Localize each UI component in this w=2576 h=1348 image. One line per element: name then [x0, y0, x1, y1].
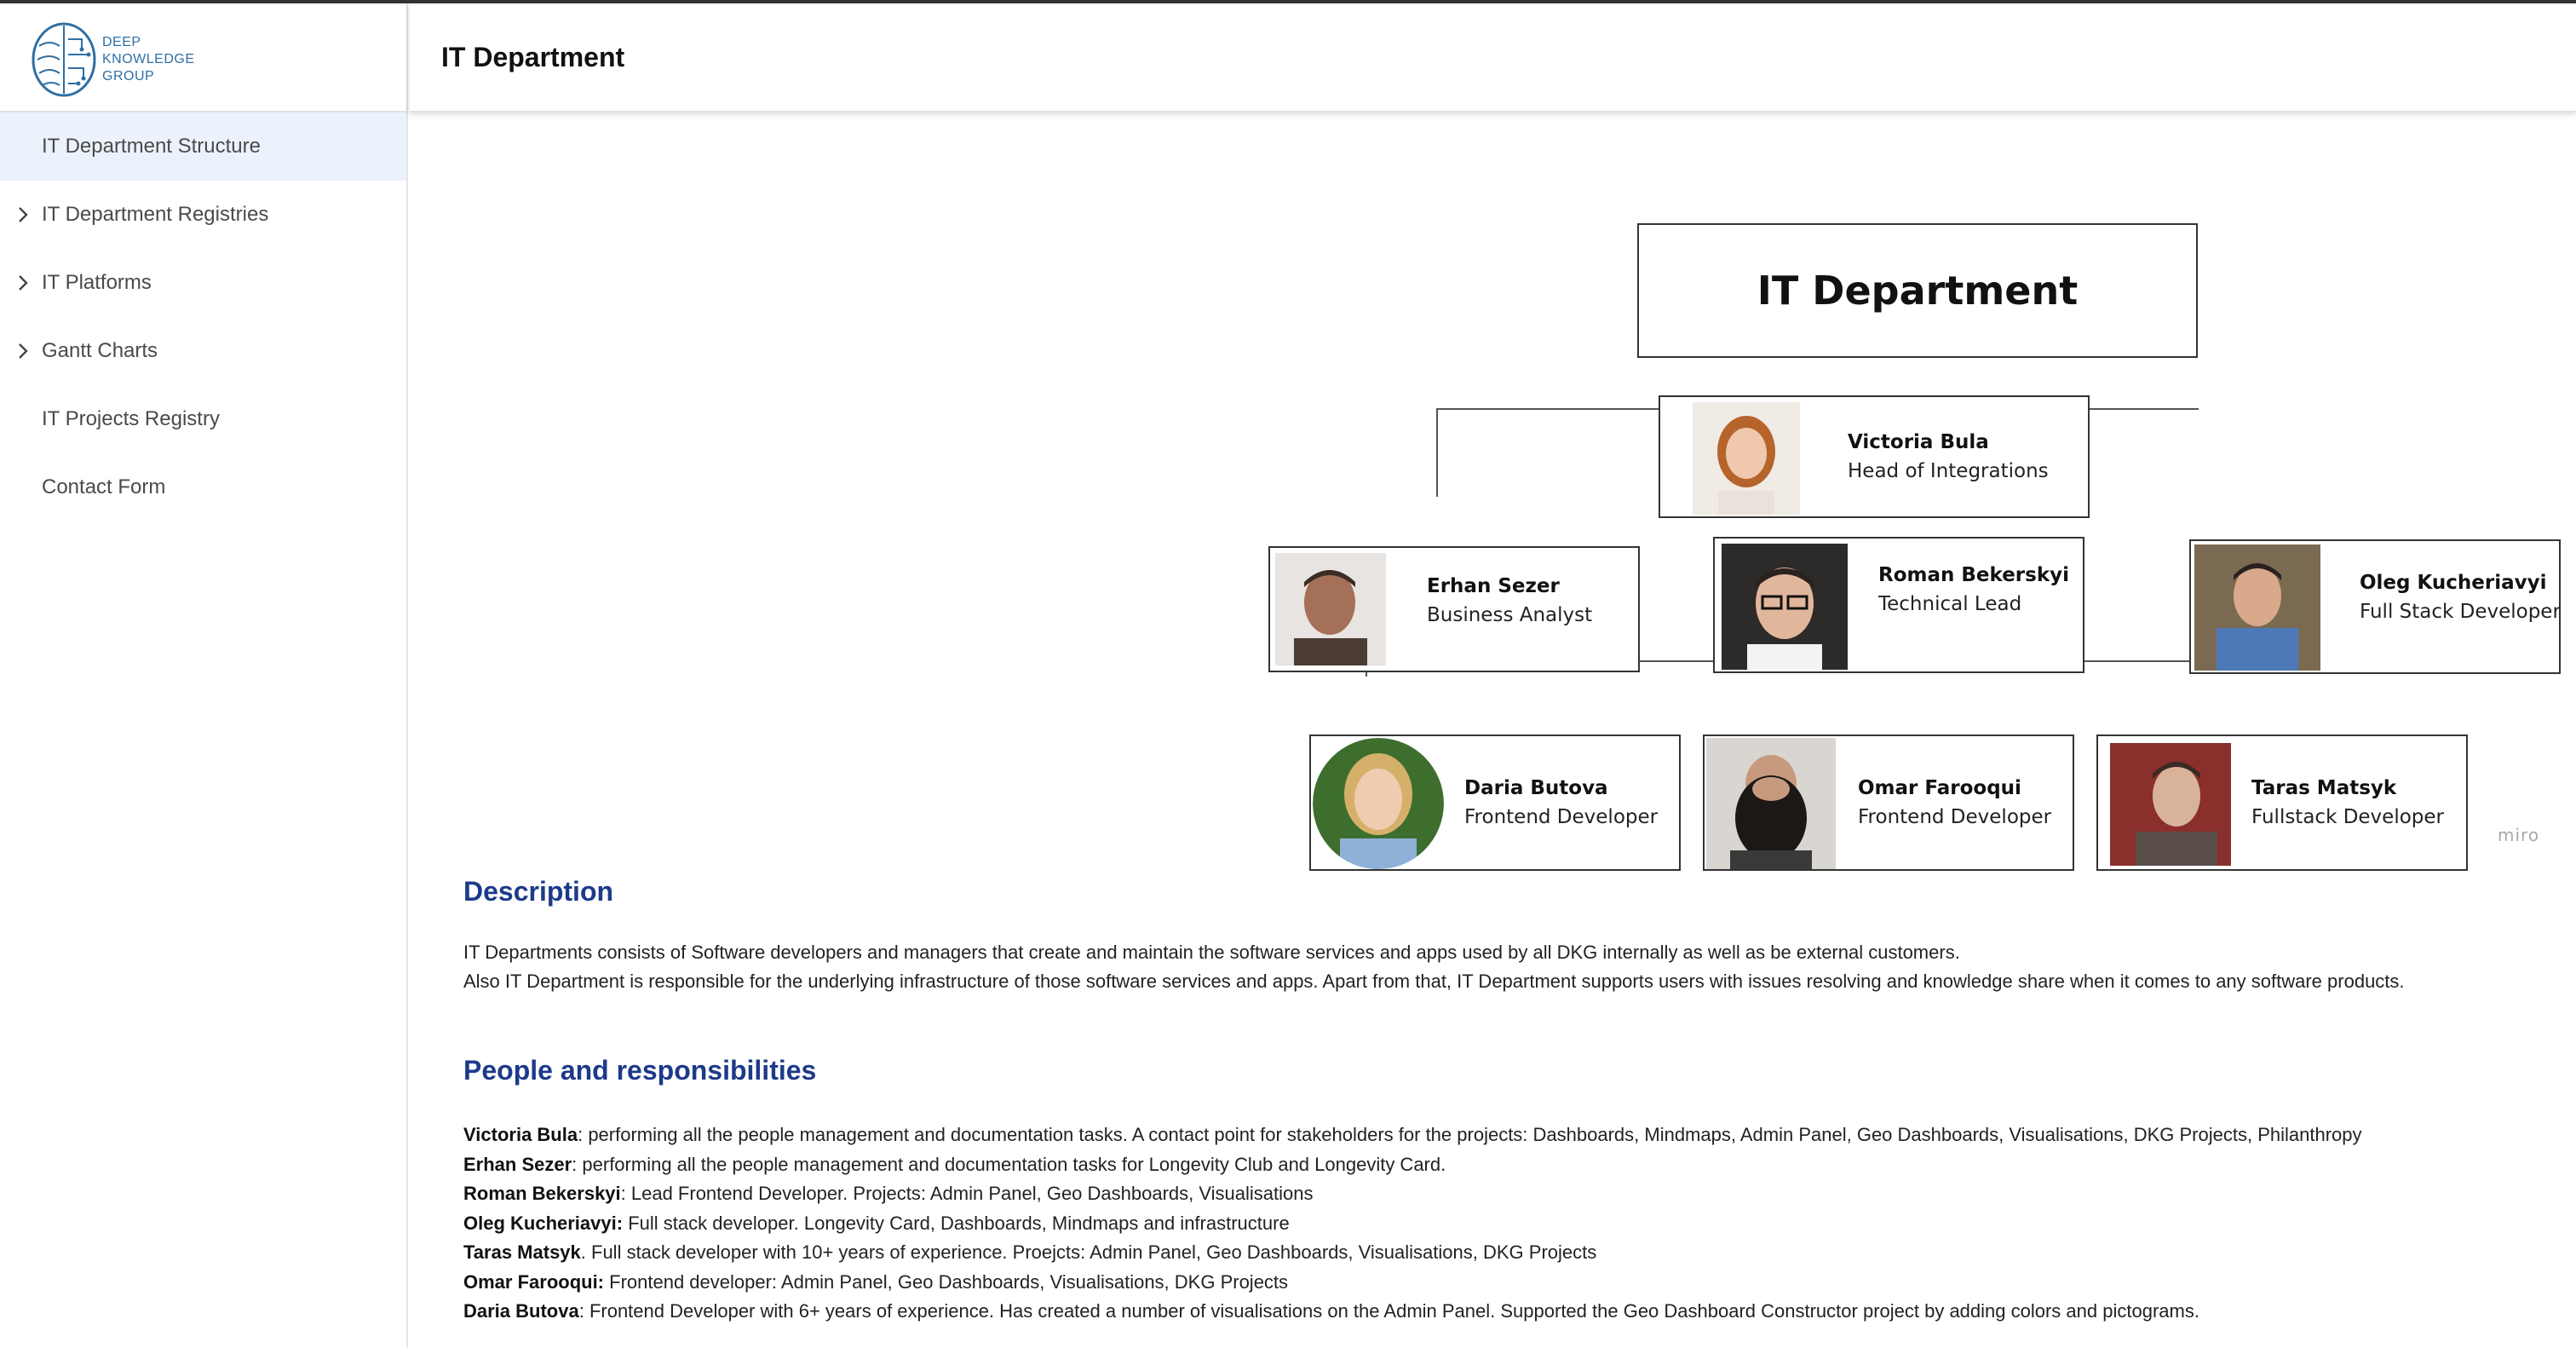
responsibility-name: Oleg Kucheriavyi: [463, 1212, 624, 1234]
sidebar-item-contact-form[interactable]: Contact Form [0, 453, 406, 521]
responsibility-name: Victoria Bula [463, 1124, 578, 1145]
person-role: Technical Lead [1878, 593, 2022, 615]
org-card-omar-farooqui: Omar Farooqui Frontend Developer [1703, 734, 2074, 871]
logo-text: DEEP KNOWLEDGE GROUP [102, 34, 195, 85]
sidebar-item-gantt-charts[interactable]: Gantt Charts [0, 317, 406, 385]
person-photo [1706, 738, 1836, 869]
responsibility-text: : performing all the people management a… [578, 1124, 2362, 1145]
person-name: Taras Matsyk [2251, 777, 2397, 799]
chevron-right-icon [19, 207, 28, 222]
person-name: Daria Butova [1464, 777, 1608, 799]
sidebar-nav: IT Department Structure IT Department Re… [0, 112, 406, 521]
person-name: Victoria Bula [1848, 431, 1989, 453]
person-photo [1722, 544, 1848, 670]
responsibility-item: Omar Farooqui: Frontend developer: Admin… [463, 1268, 1288, 1298]
person-name: Roman Bekerskyi [1878, 564, 2069, 586]
responsibilities-heading: People and responsibilities [463, 1055, 817, 1086]
responsibility-item: Daria Butova: Frontend Developer with 6+… [463, 1297, 2199, 1327]
responsibility-item: Erhan Sezer: performing all the people m… [463, 1150, 1446, 1180]
person-photo [1693, 402, 1800, 515]
responsibility-text: Full stack developer. Longevity Card, Da… [623, 1212, 1290, 1234]
sidebar-item-it-projects-registry[interactable]: IT Projects Registry [0, 385, 406, 453]
page-title: IT Department [441, 41, 625, 72]
responsibility-text: : Lead Frontend Developer. Projects: Adm… [620, 1183, 1314, 1204]
sidebar-item-label: IT Department Registries [42, 203, 269, 226]
description-heading: Description [463, 876, 614, 907]
person-role: Frontend Developer [1858, 806, 2052, 828]
logo-line: KNOWLEDGE [102, 52, 195, 66]
chevron-right-icon [19, 343, 28, 359]
org-card-roman-bekerskyi: Roman Bekerskyi Technical Lead [1713, 537, 2084, 673]
org-chart-board[interactable]: IT Department Victoria Bula Head of Inte… [836, 165, 2561, 915]
responsibility-name: Omar Farooqui: [463, 1270, 605, 1293]
responsibility-text: : performing all the people management a… [572, 1153, 1446, 1175]
person-role: Business Analyst [1427, 604, 1593, 626]
org-card-victoria-bula: Victoria Bula Head of Integrations [1659, 395, 2090, 518]
org-chart-title: IT Department [1637, 223, 2198, 358]
description-line: Also IT Department is responsible for th… [463, 971, 2405, 992]
sidebar-item-label: Contact Form [42, 475, 166, 498]
org-card-daria-butova: Daria Butova Frontend Developer [1309, 734, 1681, 871]
brain-logo-icon [32, 22, 96, 97]
sidebar-item-label: Gantt Charts [42, 339, 158, 362]
sidebar-header: DEEP KNOWLEDGE GROUP [0, 3, 406, 112]
responsibility-text: Frontend developer: Admin Panel, Geo Das… [604, 1270, 1289, 1293]
org-card-erhan-sezer: Erhan Sezer Business Analyst [1268, 546, 1640, 672]
person-role: Head of Integrations [1848, 460, 2049, 482]
responsibility-text: : Frontend Developer with 6+ years of ex… [578, 1300, 2199, 1322]
responsibility-name: Taras Matsyk [463, 1241, 581, 1263]
logo-line: GROUP [102, 69, 155, 84]
page-header: IT Department [410, 3, 2576, 112]
responsibility-item: Roman Bekerskyi: Lead Frontend Developer… [463, 1179, 1314, 1209]
description-line: IT Departments consists of Software deve… [463, 942, 1960, 963]
responsibility-name: Roman Bekerskyi [463, 1183, 621, 1204]
sidebar-item-it-department-structure[interactable]: IT Department Structure [0, 112, 406, 181]
responsibility-name: Erhan Sezer [463, 1153, 572, 1175]
responsibility-text: . Full stack developer with 10+ years of… [580, 1241, 1597, 1263]
miro-watermark[interactable]: miro [2498, 825, 2539, 845]
sidebar: DEEP KNOWLEDGE GROUP IT Department Struc… [0, 3, 408, 1348]
sidebar-item-label: IT Platforms [42, 271, 152, 294]
sidebar-item-label: IT Department Structure [42, 135, 261, 158]
person-name: Omar Farooqui [1858, 777, 2021, 799]
person-photo [2110, 743, 2231, 866]
person-role: Fullstack Developer [2251, 806, 2444, 828]
dkg-logo[interactable]: DEEP KNOWLEDGE GROUP [29, 20, 199, 99]
person-role: Full Stack Developer [2360, 601, 2561, 623]
sidebar-item-it-department-registries[interactable]: IT Department Registries [0, 181, 406, 249]
person-name: Erhan Sezer [1427, 575, 1560, 597]
responsibility-item: Oleg Kucheriavyi: Full stack developer. … [463, 1209, 1290, 1239]
person-photo [1313, 738, 1444, 869]
sidebar-item-label: IT Projects Registry [42, 407, 220, 430]
person-name: Oleg Kucheriavyi [2360, 572, 2547, 594]
person-photo [2194, 544, 2320, 671]
main-content: IT Department Victoria Bula Head of Inte… [410, 114, 2576, 1348]
person-role: Frontend Developer [1464, 806, 1659, 828]
responsibility-name: Daria Butova [463, 1300, 579, 1322]
chevron-right-icon [19, 275, 28, 291]
sidebar-item-it-platforms[interactable]: IT Platforms [0, 249, 406, 317]
responsibility-item: Taras Matsyk. Full stack developer with … [463, 1238, 1596, 1268]
person-photo [1275, 553, 1386, 665]
org-card-oleg-kucheriavyi: Oleg Kucheriavyi Full Stack Developer [2189, 539, 2561, 674]
responsibility-item: Victoria Bula: performing all the people… [463, 1120, 2362, 1150]
logo-line: DEEP [102, 35, 141, 49]
org-card-taras-matsyk: Taras Matsyk Fullstack Developer [2096, 734, 2468, 871]
